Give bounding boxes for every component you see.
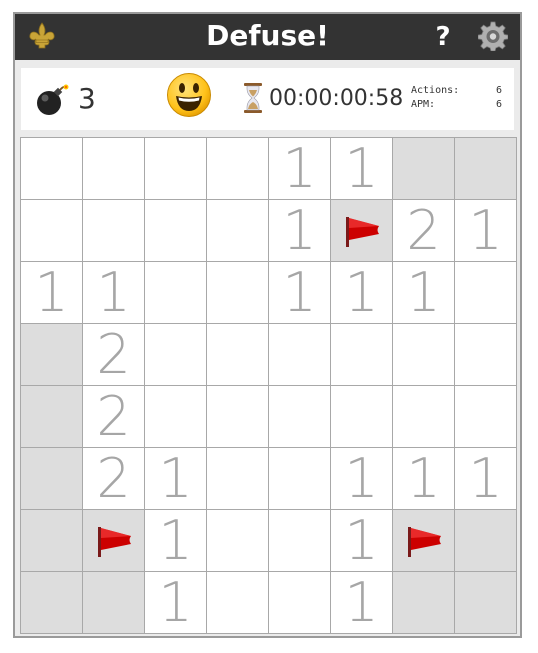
revealed-empty-cell[interactable]: [207, 448, 269, 510]
revealed-number-cell[interactable]: 1: [455, 200, 517, 262]
smiley-face-icon[interactable]: [166, 72, 212, 118]
title-bar: Defuse! ?: [15, 14, 520, 60]
revealed-number-cell[interactable]: 1: [331, 138, 393, 200]
revealed-number-cell[interactable]: 2: [83, 324, 145, 386]
revealed-empty-cell[interactable]: [207, 386, 269, 448]
revealed-empty-cell[interactable]: [269, 448, 331, 510]
covered-cell[interactable]: [21, 448, 83, 510]
revealed-number-cell[interactable]: 2: [393, 200, 455, 262]
covered-cell[interactable]: [21, 386, 83, 448]
covered-cell[interactable]: [455, 138, 517, 200]
revealed-number-cell[interactable]: 1: [269, 138, 331, 200]
covered-cell[interactable]: [455, 572, 517, 634]
revealed-empty-cell[interactable]: [331, 324, 393, 386]
revealed-number-cell[interactable]: 1: [393, 262, 455, 324]
revealed-number-cell[interactable]: 1: [21, 262, 83, 324]
revealed-empty-cell[interactable]: [83, 200, 145, 262]
revealed-number-cell[interactable]: 1: [269, 200, 331, 262]
covered-cell[interactable]: [455, 510, 517, 572]
revealed-empty-cell[interactable]: [331, 386, 393, 448]
revealed-empty-cell[interactable]: [145, 262, 207, 324]
revealed-empty-cell[interactable]: [83, 138, 145, 200]
revealed-number-cell[interactable]: 1: [331, 572, 393, 634]
apm-value: 6: [495, 99, 502, 110]
revealed-empty-cell[interactable]: [269, 324, 331, 386]
revealed-number-cell[interactable]: 1: [145, 448, 207, 510]
revealed-number-cell[interactable]: 2: [83, 448, 145, 510]
revealed-empty-cell[interactable]: [393, 386, 455, 448]
mines-remaining-counter: 3: [78, 82, 96, 115]
gear-icon[interactable]: [478, 21, 508, 51]
revealed-number-cell[interactable]: 1: [393, 448, 455, 510]
flagged-cell[interactable]: [393, 510, 455, 572]
covered-cell[interactable]: [83, 572, 145, 634]
revealed-empty-cell[interactable]: [207, 138, 269, 200]
status-bar: 3 00:00:00:58 Actions: 6 APM: 6: [21, 68, 514, 130]
covered-cell[interactable]: [21, 572, 83, 634]
covered-cell[interactable]: [21, 324, 83, 386]
flag-icon: [404, 523, 444, 559]
covered-cell[interactable]: [21, 510, 83, 572]
bomb-icon: [37, 84, 69, 115]
revealed-empty-cell[interactable]: [145, 386, 207, 448]
revealed-number-cell[interactable]: 1: [83, 262, 145, 324]
revealed-empty-cell[interactable]: [393, 324, 455, 386]
revealed-empty-cell[interactable]: [145, 200, 207, 262]
revealed-empty-cell[interactable]: [207, 200, 269, 262]
apm-label: APM:: [411, 99, 436, 110]
revealed-empty-cell[interactable]: [269, 386, 331, 448]
flag-icon: [342, 213, 382, 249]
revealed-number-cell[interactable]: 1: [455, 448, 517, 510]
revealed-empty-cell[interactable]: [21, 138, 83, 200]
revealed-empty-cell[interactable]: [145, 324, 207, 386]
revealed-empty-cell[interactable]: [207, 510, 269, 572]
revealed-number-cell[interactable]: 1: [269, 262, 331, 324]
revealed-empty-cell[interactable]: [269, 572, 331, 634]
revealed-number-cell[interactable]: 1: [331, 510, 393, 572]
revealed-number-cell[interactable]: 1: [331, 262, 393, 324]
defuse-window: Defuse! ? 3 00:00:00:58 Actions: 6 APM: …: [13, 12, 522, 638]
covered-cell[interactable]: [393, 138, 455, 200]
minefield-grid: 111211111122211111111: [20, 137, 517, 634]
revealed-empty-cell[interactable]: [269, 510, 331, 572]
revealed-empty-cell[interactable]: [207, 324, 269, 386]
flagged-cell[interactable]: [83, 510, 145, 572]
revealed-empty-cell[interactable]: [455, 324, 517, 386]
revealed-number-cell[interactable]: 2: [83, 386, 145, 448]
revealed-empty-cell[interactable]: [21, 200, 83, 262]
covered-cell[interactable]: [393, 572, 455, 634]
elapsed-timer: 00:00:00:58: [269, 86, 404, 111]
revealed-empty-cell[interactable]: [207, 262, 269, 324]
revealed-empty-cell[interactable]: [455, 262, 517, 324]
actions-label: Actions:: [411, 85, 460, 96]
actions-value: 6: [495, 85, 502, 96]
hourglass-icon: [244, 83, 262, 113]
revealed-empty-cell[interactable]: [207, 572, 269, 634]
help-button[interactable]: ?: [430, 20, 456, 54]
revealed-number-cell[interactable]: 1: [331, 448, 393, 510]
revealed-empty-cell[interactable]: [455, 386, 517, 448]
revealed-number-cell[interactable]: 1: [145, 572, 207, 634]
revealed-number-cell[interactable]: 1: [145, 510, 207, 572]
revealed-empty-cell[interactable]: [145, 138, 207, 200]
flag-icon: [94, 523, 134, 559]
flagged-cell[interactable]: [331, 200, 393, 262]
